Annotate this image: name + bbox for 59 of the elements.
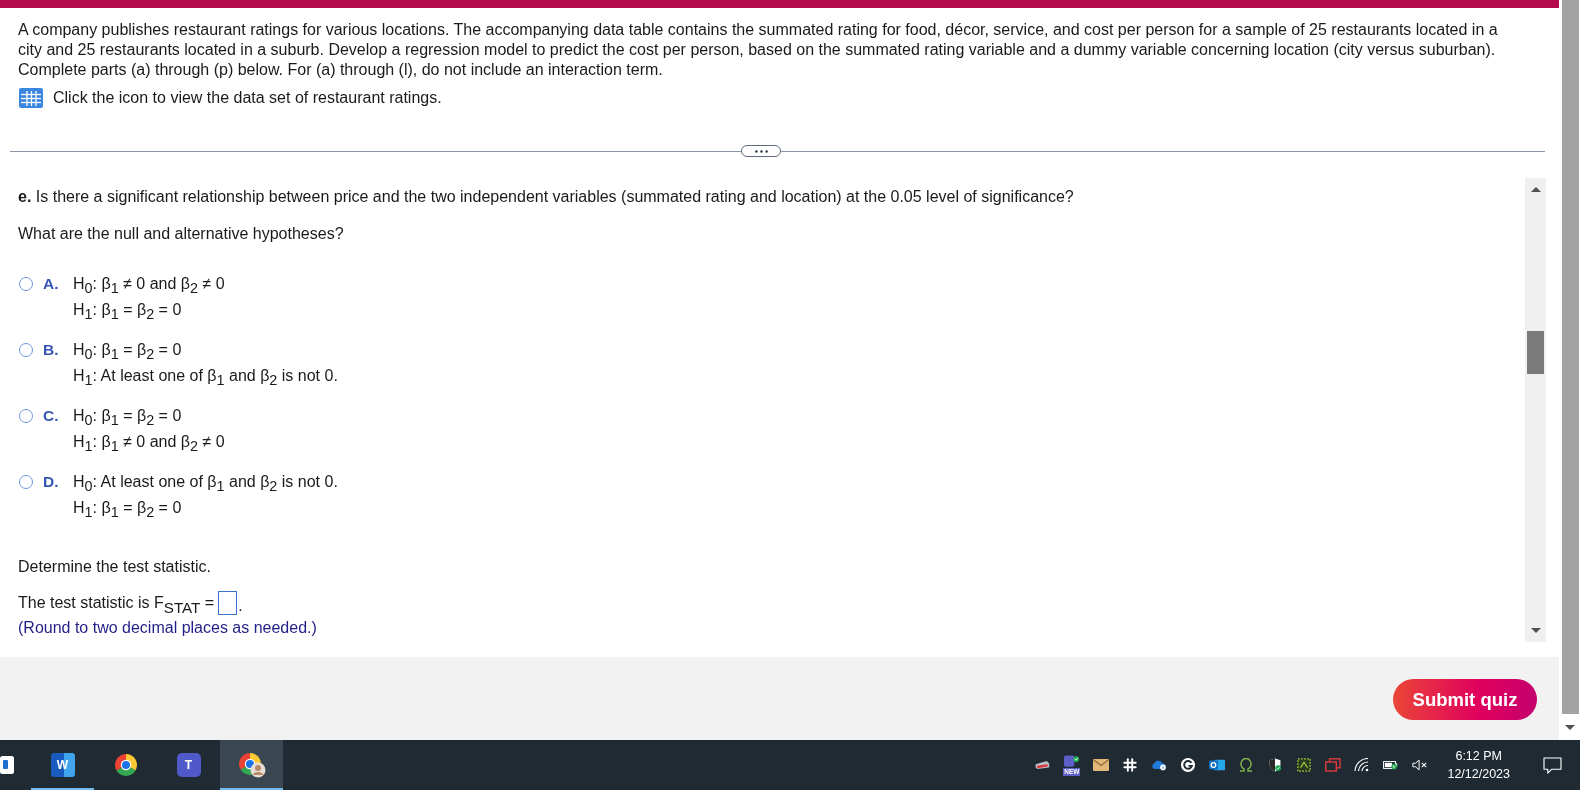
submit-quiz-button[interactable]: Submit quiz — [1393, 679, 1537, 720]
data-set-link[interactable]: Click the icon to view the data set of restaurant ratings. — [53, 88, 442, 108]
clock-time[interactable]: 6:12 PM — [1455, 747, 1502, 765]
hypothesis-text: H$_{1}$: β$_{1}$ = β$_{2}$ = 0 — [73, 498, 183, 521]
shield-icon[interactable] — [1267, 758, 1284, 772]
option-letter: B. — [43, 340, 60, 360]
hypothesis-text: H$_{0}$: β$_{1}$ = β$_{2}$ = 0 — [73, 340, 183, 363]
option-letter: A. — [43, 274, 60, 294]
window-scrollbar-thumb[interactable] — [1562, 0, 1579, 714]
hash-icon[interactable] — [1122, 758, 1139, 772]
radio-button[interactable] — [19, 409, 33, 423]
hypothesis-text: H$_{0}$: β$_{1}$ ≠ 0 and β$_{2}$ ≠ 0 — [73, 274, 225, 297]
mail-icon[interactable] — [1093, 758, 1110, 772]
radio-button[interactable] — [19, 343, 33, 357]
circle-logo-icon[interactable] — [1180, 758, 1197, 772]
taskbar-app-button[interactable] — [220, 740, 283, 790]
scroll-down-arrow-icon[interactable] — [1564, 725, 1575, 730]
scrollbar-thumb[interactable] — [1527, 331, 1544, 374]
dotted-square-icon[interactable] — [1296, 758, 1313, 772]
overlapping-squares-icon[interactable] — [1325, 758, 1342, 772]
wifi-icon[interactable] — [1354, 758, 1371, 772]
radio-button[interactable] — [19, 475, 33, 489]
ring-logo-icon — [113, 753, 138, 777]
scroll-down-arrow-icon[interactable] — [1530, 628, 1541, 633]
speaker-muted-icon[interactable] — [1412, 758, 1429, 772]
answer-box[interactable] — [218, 591, 238, 615]
scroll-up-arrow-icon[interactable] — [1530, 187, 1541, 192]
chat-app-icon[interactable] — [1064, 754, 1080, 767]
cloud-icon[interactable] — [1151, 758, 1168, 772]
app-logo: W — [50, 753, 75, 777]
app-logo: T — [176, 753, 201, 777]
rounding-note: (Round to two decimal places as needed.) — [18, 618, 318, 638]
hypotheses-prompt: What are the null and alternative hypotheses? — [18, 224, 345, 244]
taskbar-app-button[interactable]: T — [157, 740, 220, 790]
hypothesis-text: H$_{1}$: β$_{1}$ = β$_{2}$ = 0 — [73, 300, 183, 323]
omega-icon[interactable] — [1238, 758, 1255, 772]
question-text: e. Is there a significant relationship between price and the two independent variables (summated rating and location) at the 0.05 level of significance? — [18, 187, 1075, 207]
notification-icon[interactable] — [1543, 756, 1562, 774]
tile-icon — [0, 756, 14, 774]
option-letter: C. — [43, 406, 60, 426]
expand-button[interactable] — [741, 145, 781, 157]
hypothesis-text: H$_{1}$: β$_{1}$ ≠ 0 and β$_{2}$ ≠ 0 — [73, 432, 225, 455]
hypothesis-text: H$_{0}$: At least one of β$_{1}$ and β$_{2}$ is not 0. — [73, 472, 338, 495]
battery-icon[interactable] — [1383, 758, 1400, 772]
printer-icon[interactable] — [1034, 758, 1051, 772]
taskbar-app-button[interactable]: W — [31, 740, 94, 790]
problem-statement: A company publishes restaurant ratings for various locations. The accompanying data table contains the summated rating for food, décor, service, and cost per person for a sample of 25 restaurants located in a city and 25 restaurants located in a suburb. Develop a regression model to predict the cost per person, based on the summated rating variable and a dummy variable concerning location (city versus suburban). Complete parts (a) through (p) below. For (a) through (l), do not include an interaction term. — [18, 20, 1499, 80]
option-letter: D. — [43, 472, 60, 492]
hypothesis-text: H$_{1}$: At least one of β$_{1}$ and β$_{2}$ is not 0. — [73, 366, 338, 389]
radio-button[interactable] — [19, 277, 33, 291]
ring-logo-with-avatar-icon — [237, 752, 266, 778]
statistic-prompt: Determine the test statistic. — [18, 557, 212, 577]
tile-icon[interactable] — [1209, 758, 1226, 772]
hypothesis-text: H$_{0}$: β$_{1}$ = β$_{2}$ = 0 — [73, 406, 183, 429]
ellipsis-icon — [754, 149, 768, 153]
data-table-icon[interactable] — [19, 88, 43, 108]
sentence-period: . — [238, 596, 243, 616]
clock-date[interactable]: 12/12/2023 — [1447, 765, 1510, 783]
scrollbar[interactable] — [1525, 178, 1546, 642]
